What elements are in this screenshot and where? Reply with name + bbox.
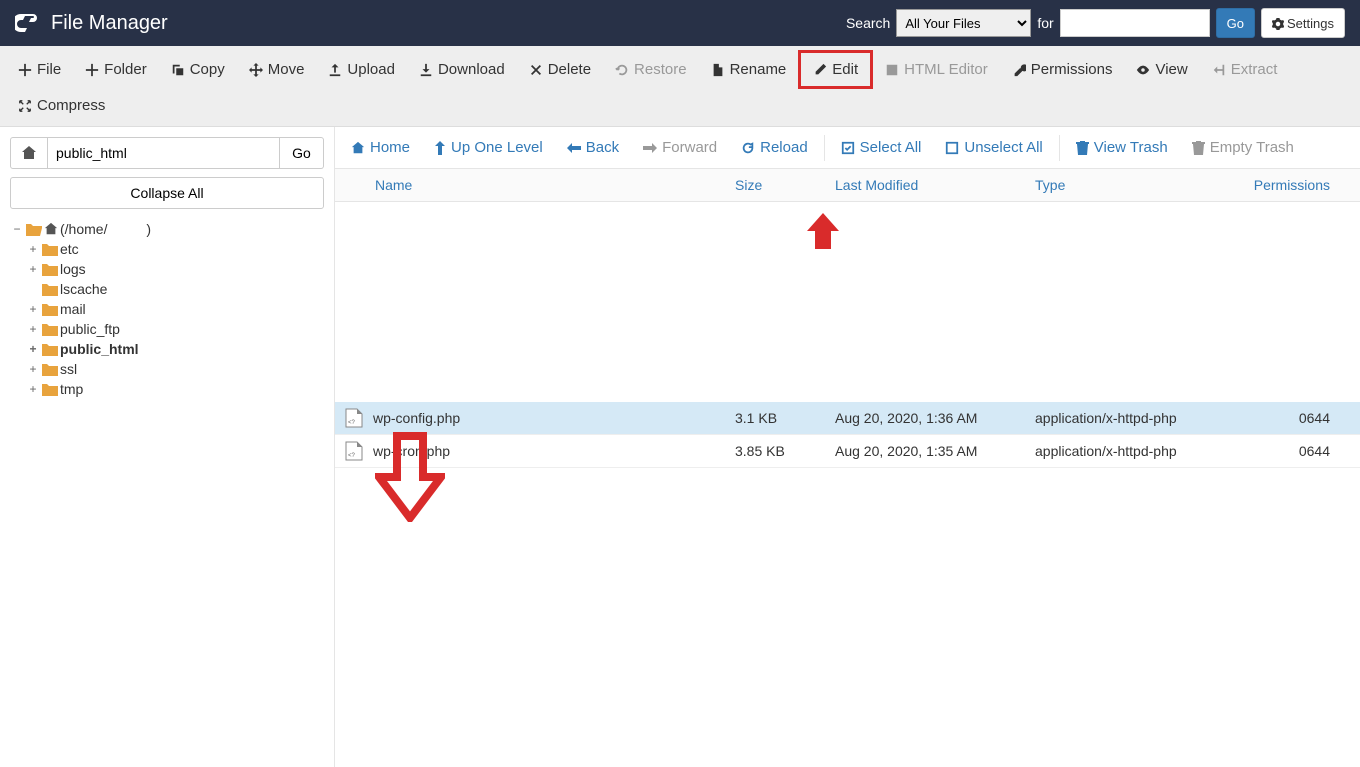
folder-icon (42, 363, 58, 376)
extract-button: Extract (1200, 53, 1290, 86)
reload-icon (741, 141, 755, 155)
trash-icon (1192, 141, 1205, 155)
sidebar: Go Collapse All − (/home/ ) +etc +logs +… (0, 127, 335, 767)
for-label: for (1037, 15, 1053, 31)
main-toolbar: File Folder Copy Move Upload Download De… (0, 46, 1360, 127)
search-label: Search (846, 15, 890, 31)
folder-button[interactable]: Folder (73, 53, 159, 86)
rename-button[interactable]: Rename (699, 53, 799, 86)
file-listing: Name Size Last Modified Type Permissions… (335, 169, 1360, 767)
col-header-permissions[interactable]: Permissions (1215, 177, 1360, 193)
search-scope-select[interactable]: All Your Files (896, 9, 1031, 37)
nav-unselect-all-button[interactable]: Unselect All (933, 133, 1054, 162)
nav-view-trash-button[interactable]: View Trash (1064, 133, 1180, 162)
html-editor-button: HTML Editor (873, 53, 1000, 86)
tree-root[interactable]: − (/home/ ) (10, 219, 324, 239)
move-button[interactable]: Move (237, 53, 317, 86)
file-row[interactable]: <?wp-cron.php 3.85 KB Aug 20, 2020, 1:35… (335, 435, 1360, 468)
download-button[interactable]: Download (407, 53, 517, 86)
home-icon (351, 141, 365, 155)
collapse-all-button[interactable]: Collapse All (10, 177, 324, 209)
path-go-button[interactable]: Go (280, 137, 324, 169)
php-file-icon: <? (345, 408, 363, 428)
nav-up-button[interactable]: Up One Level (422, 133, 555, 162)
edit-button[interactable]: Edit (798, 50, 873, 89)
file-row[interactable]: <?wp-config.php 3.1 KB Aug 20, 2020, 1:3… (335, 402, 1360, 435)
tree-folder-mail[interactable]: +mail (26, 299, 324, 319)
tree-root-label: (/home/ ) (60, 221, 151, 237)
folder-icon (42, 323, 58, 336)
tree-folder-lscache[interactable]: +lscache (26, 279, 324, 299)
app-title: File Manager (51, 12, 168, 35)
nav-reload-button[interactable]: Reload (729, 133, 820, 162)
cpanel-logo-icon (15, 12, 41, 34)
nav-back-button[interactable]: Back (555, 133, 631, 162)
folder-icon (42, 383, 58, 396)
folder-icon (42, 263, 58, 276)
svg-text:<?: <? (348, 453, 356, 459)
php-file-icon: <? (345, 441, 363, 461)
settings-button[interactable]: Settings (1261, 8, 1345, 38)
delete-button[interactable]: Delete (517, 53, 603, 86)
trash-icon (1076, 141, 1089, 155)
nav-home-button[interactable]: Home (339, 133, 422, 162)
nav-empty-trash-button: Empty Trash (1180, 133, 1306, 162)
file-button[interactable]: File (6, 53, 73, 86)
tree-folder-public-ftp[interactable]: +public_ftp (26, 319, 324, 339)
header-search: Search All Your Files for Go Settings (846, 8, 1345, 38)
col-header-type[interactable]: Type (1035, 177, 1215, 193)
tree-folder-logs[interactable]: +logs (26, 259, 324, 279)
tree-folder-public-html[interactable]: +public_html (26, 339, 324, 359)
upload-button[interactable]: Upload (316, 53, 407, 86)
tree-folder-tmp[interactable]: +tmp (26, 379, 324, 399)
col-header-size[interactable]: Size (735, 177, 835, 193)
svg-text:<?: <? (348, 420, 356, 426)
view-button[interactable]: View (1124, 53, 1199, 86)
path-input[interactable] (48, 137, 280, 169)
folder-open-icon (26, 222, 42, 236)
folder-icon (42, 283, 58, 296)
app-header: File Manager Search All Your Files for G… (0, 0, 1360, 46)
main-panel: Home Up One Level Back Forward Reload Se… (335, 127, 1360, 767)
copy-button[interactable]: Copy (159, 53, 237, 86)
arrow-left-icon (567, 142, 581, 154)
nav-select-all-button[interactable]: Select All (829, 133, 934, 162)
search-input[interactable] (1060, 9, 1210, 37)
check-icon (841, 141, 855, 155)
tree-folder-ssl[interactable]: +ssl (26, 359, 324, 379)
compress-button[interactable]: Compress (6, 89, 117, 122)
permissions-button[interactable]: Permissions (1000, 53, 1125, 86)
col-header-modified[interactable]: Last Modified (835, 177, 1035, 193)
nav-forward-button: Forward (631, 133, 729, 162)
home-icon (21, 145, 37, 161)
home-icon (44, 222, 58, 236)
folder-tree: − (/home/ ) +etc +logs +lscache +mail +p… (10, 219, 324, 399)
table-header: Name Size Last Modified Type Permissions (335, 169, 1360, 202)
arrow-right-icon (643, 142, 657, 154)
folder-icon (42, 343, 58, 356)
uncheck-icon (945, 141, 959, 155)
collapse-toggle[interactable]: − (10, 222, 24, 236)
folder-icon (42, 303, 58, 316)
col-header-name[interactable]: Name (335, 177, 735, 193)
nav-toolbar: Home Up One Level Back Forward Reload Se… (335, 127, 1360, 169)
search-go-button[interactable]: Go (1216, 8, 1255, 38)
folder-icon (42, 243, 58, 256)
restore-button: Restore (603, 53, 699, 86)
tree-folder-etc[interactable]: +etc (26, 239, 324, 259)
path-home-button[interactable] (10, 137, 48, 169)
gear-icon (1272, 18, 1284, 30)
arrow-up-icon (434, 141, 446, 155)
